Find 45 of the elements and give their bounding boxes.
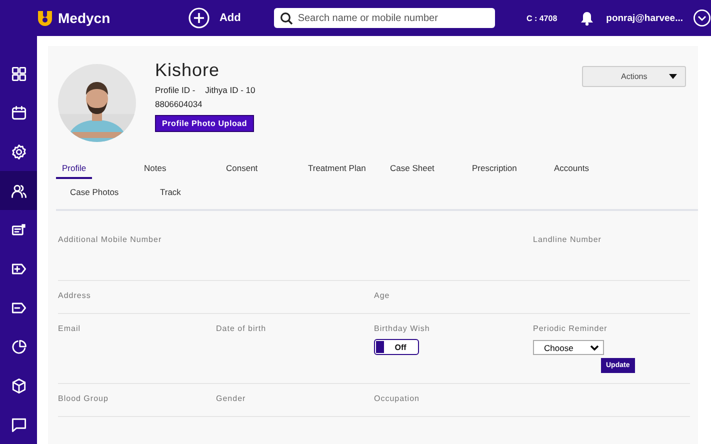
field-label: Additional Mobile Number [58,235,163,244]
tab[interactable]: Consent [220,159,264,179]
jithya-id-label: Jithya ID - 10 [205,85,256,95]
field-label: Occupation [374,394,420,403]
add-button[interactable]: Add [188,7,241,29]
field-label: Address [58,291,92,300]
brand-name: Medycn [58,10,110,26]
toggle-switch[interactable]: Off [374,339,419,355]
counter-text: C : 4708 [526,14,558,22]
field-label: Gender [216,394,247,403]
field-label: Birthday Wish [374,324,431,333]
field-label: Email [58,324,82,333]
chevron-down-icon[interactable] [693,9,711,27]
field-label: Blood Group [58,394,110,403]
reminder-dropdown[interactable]: Choose [533,340,604,355]
actions-button[interactable]: Actions [582,66,686,87]
field-label: Date of birth [216,324,268,333]
field-label: Landline Number [533,235,602,244]
caret-icon [669,74,677,79]
tab[interactable]: Treatment Plan [302,159,372,179]
profile-id-label: Profile ID - [155,85,196,95]
upload-photo-button[interactable]: Profile Photo Upload [155,115,254,132]
pie-chart-icon[interactable] [10,338,28,356]
tab[interactable]: Profile [56,159,92,179]
settings-icon[interactable] [10,142,28,160]
phone-number: 8806604034 [155,99,202,109]
search-field[interactable]: Search name or mobile number [274,8,496,28]
tab[interactable]: Case Sheet [384,159,440,179]
tab[interactable]: Prescription [466,159,523,179]
user-email[interactable]: ponraj@harvee... [606,12,683,24]
box-icon[interactable] [10,376,28,394]
calendar-icon[interactable] [10,104,28,122]
field-label: Periodic Reminder [533,324,608,333]
tab[interactable]: Track [154,183,187,203]
logo-icon [36,9,54,27]
tab[interactable]: Case Photos [64,183,125,203]
plus-circle-icon [188,7,210,29]
chevron-down-icon [590,344,599,350]
grid-icon[interactable] [10,64,28,82]
tab[interactable]: Accounts [548,159,595,179]
bell-icon[interactable] [580,10,594,26]
tab[interactable]: Notes [138,159,172,179]
patient-name: Kishore [155,60,220,81]
chat-icon[interactable] [10,416,28,434]
field-label: Age [374,291,391,300]
